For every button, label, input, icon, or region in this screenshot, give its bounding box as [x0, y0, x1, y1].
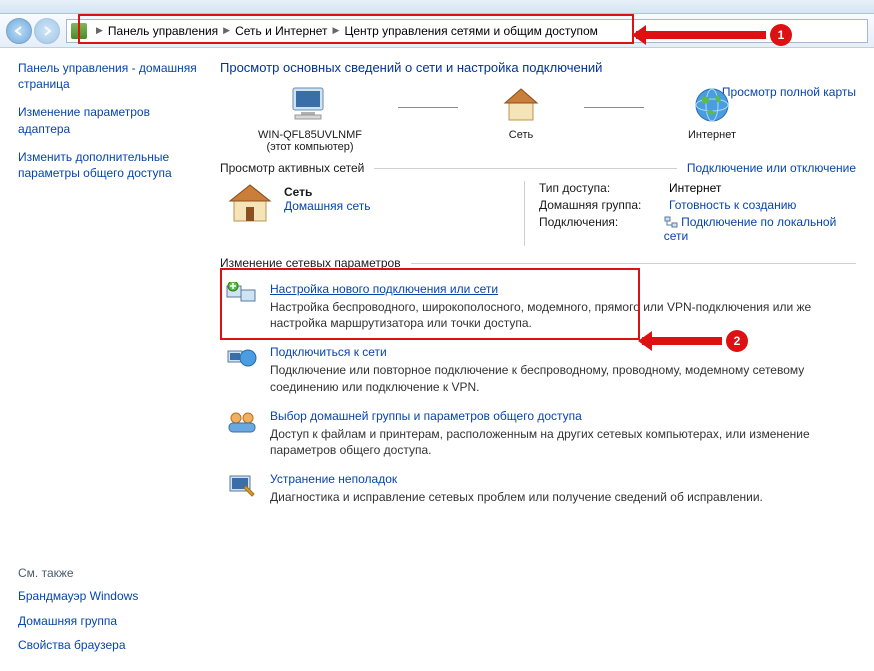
task-homegroup-desc: Доступ к файлам и принтерам, расположенн…: [270, 426, 850, 458]
lan-icon: [664, 216, 678, 228]
task-connect-network-link[interactable]: Подключиться к сети: [270, 345, 850, 359]
task-new-connection-link[interactable]: Настройка нового подключения или сети: [270, 282, 850, 296]
breadcrumb[interactable]: ▶ Панель управления ▶ Сеть и Интернет ▶ …: [66, 19, 868, 43]
breadcrumb-control-panel[interactable]: Панель управления: [108, 24, 218, 38]
sidebar-home-link[interactable]: Панель управления - домашняя страница: [18, 60, 202, 92]
task-homegroup-link[interactable]: Выбор домашней группы и параметров общег…: [270, 409, 850, 423]
task-troubleshoot-link[interactable]: Устранение неполадок: [270, 472, 763, 486]
network-name: Сеть: [284, 185, 370, 199]
active-networks-label: Просмотр активных сетей: [220, 161, 364, 175]
task-connect-network-desc: Подключение или повторное подключение к …: [270, 362, 850, 394]
access-type-value: Интернет: [669, 181, 721, 195]
computer-icon: [286, 85, 334, 125]
breadcrumb-network-center[interactable]: Центр управления сетями и общим доступом: [344, 24, 598, 38]
home-network-icon: [226, 181, 274, 225]
sidebar-adapter-link[interactable]: Изменение параметров адаптера: [18, 104, 202, 136]
sidebar: Панель управления - домашняя страница Из…: [0, 48, 212, 671]
change-settings-label: Изменение сетевых параметров: [220, 256, 401, 270]
troubleshoot-icon: [226, 472, 258, 500]
chevron-right-icon: ▶: [93, 25, 106, 36]
page-title: Просмотр основных сведений о сети и наст…: [220, 60, 856, 75]
breadcrumb-network-internet[interactable]: Сеть и Интернет: [235, 24, 327, 38]
internet-globe-icon: [688, 85, 736, 125]
access-type-label: Тип доступа:: [539, 181, 669, 195]
node-network-name: Сеть: [486, 129, 556, 141]
node-this-computer-name: WIN-QFL85UVLNMF: [250, 129, 370, 141]
see-also-label: См. также: [18, 566, 202, 580]
homegroup-value-link[interactable]: Готовность к созданию: [669, 198, 796, 212]
task-troubleshoot-desc: Диагностика и исправление сетевых пробле…: [270, 489, 763, 505]
connect-disconnect-link[interactable]: Подключение или отключение: [687, 161, 856, 175]
sidebar-firewall-link[interactable]: Брандмауэр Windows: [18, 588, 202, 604]
back-button[interactable]: [6, 18, 32, 44]
forward-button[interactable]: [34, 18, 60, 44]
connections-value-link[interactable]: Подключение по локальной сети: [664, 215, 856, 243]
node-internet-name: Интернет: [672, 129, 752, 141]
node-this-computer-sub: (этот компьютер): [250, 141, 370, 153]
sidebar-homegroup-link[interactable]: Домашняя группа: [18, 613, 202, 629]
sidebar-browser-link[interactable]: Свойства браузера: [18, 637, 202, 653]
main-content: Просмотр основных сведений о сети и наст…: [212, 48, 874, 671]
control-panel-icon: [71, 23, 87, 39]
new-connection-icon: [226, 282, 258, 310]
connect-network-icon: [226, 345, 258, 373]
sidebar-sharing-link[interactable]: Изменить дополнительные параметры общего…: [18, 149, 202, 181]
homegroup-label: Домашняя группа:: [539, 198, 669, 212]
chevron-right-icon: ▶: [220, 25, 233, 36]
homegroup-sharing-icon: [226, 409, 258, 437]
network-type-link[interactable]: Домашняя сеть: [284, 199, 370, 213]
address-bar-row: ▶ Панель управления ▶ Сеть и Интернет ▶ …: [0, 14, 874, 48]
network-house-icon: [497, 85, 545, 125]
connections-label: Подключения:: [539, 215, 664, 243]
network-map: WIN-QFL85UVLNMF (этот компьютер) Сеть Ин…: [250, 85, 856, 153]
chevron-right-icon: ▶: [330, 25, 343, 36]
task-new-connection-desc: Настройка беспроводного, широкополосного…: [270, 299, 850, 331]
